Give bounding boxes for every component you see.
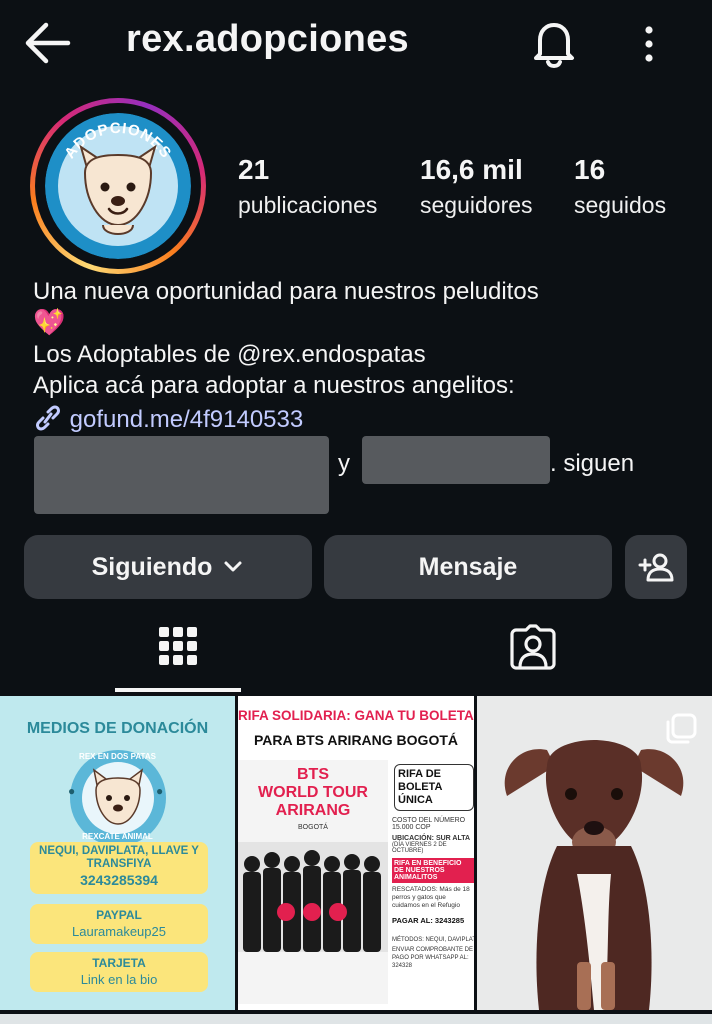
raffle-date: (DÍA VIERNES 2 DE OCTUBRE)	[392, 842, 447, 854]
bio-line-3: Aplica acá para adoptar a nuestros angel…	[33, 372, 515, 399]
raffle-info-panel: RIFA DE BOLETA ÚNICA COSTO DEL NÚMERO 15…	[392, 760, 474, 1004]
tour-line-3: ARIRANG	[275, 802, 351, 819]
paw-icon: ●	[156, 784, 164, 798]
bio-link[interactable]: gofund.me/4f9140533	[33, 405, 303, 435]
card-payment-title: TARJETA	[92, 956, 146, 970]
redacted-name-block	[34, 436, 329, 514]
grid-icon	[159, 627, 197, 665]
bell-icon[interactable]	[530, 18, 578, 68]
paypal-card-title: PAYPAL	[96, 908, 142, 922]
stat-following-value: 16	[574, 154, 606, 185]
stat-posts[interactable]: 21 publicaciones	[238, 152, 377, 222]
tagged-user-icon	[510, 624, 556, 670]
active-tab-indicator	[115, 688, 241, 692]
stat-followers[interactable]: 16,6 mil seguidores	[420, 152, 533, 222]
donation-title: MEDIOS DE DONACIÓN	[26, 720, 209, 737]
bio-link-text[interactable]: gofund.me/4f9140533	[70, 406, 304, 433]
stat-posts-value: 21	[238, 154, 270, 185]
bio-line-1: Una nueva oportunidad para nuestros pelu…	[33, 278, 539, 305]
top-bar: rex.adopciones	[0, 0, 712, 86]
profile-username: rex.adopciones	[126, 18, 409, 60]
paypal-card-value: Lauramakeup25	[72, 924, 166, 939]
avatar-dog-logo: ADOPCIONES	[45, 113, 191, 259]
tour-poster: BTS WORLD TOUR ARIRANG BOGOTÁ	[238, 760, 388, 1004]
nequi-card-number: 3243285394	[80, 872, 158, 888]
nequi-card-title: NEQUI, DAVIPLATA, LLAVE Y TRANSFIYA	[39, 845, 199, 870]
raffle-banner-1: RIFA SOLIDARIA: GANA TU BOLETA	[238, 708, 474, 723]
tour-city: BOGOTÁ	[298, 824, 328, 831]
post-thumbnail-puppy[interactable]	[477, 696, 712, 1010]
raffle-pay: PAGAR AL: 3243285	[392, 916, 465, 925]
tour-line-1: BTS	[297, 766, 329, 783]
stat-followers-value: 16,6 mil	[420, 154, 523, 185]
raffle-title: RIFA DE BOLETA ÚNICA	[394, 764, 474, 811]
post-thumbnail-raffle[interactable]: RIFA SOLIDARIA: GANA TU BOLETA PARA BTS …	[238, 696, 474, 1010]
redacted-name-block	[362, 436, 550, 484]
back-arrow-icon[interactable]	[22, 20, 72, 66]
more-options-icon[interactable]	[632, 20, 666, 68]
logo-ring-top-text: REX EN DOS PATAS	[79, 752, 156, 761]
following-button-label: Siguiendo	[91, 552, 213, 581]
following-button[interactable]: Siguiendo	[24, 535, 312, 599]
card-payment-value: Link en la bio	[80, 972, 158, 987]
message-button[interactable]: Mensaje	[324, 535, 612, 599]
raffle-cost-value: 15.000 COP	[392, 824, 431, 831]
link-icon	[36, 405, 60, 431]
chevron-down-icon	[224, 561, 242, 572]
add-user-icon	[638, 553, 674, 582]
tour-line-2: WORLD TOUR	[258, 784, 368, 801]
stat-posts-label: publicaciones	[238, 192, 378, 218]
carousel-icon	[666, 713, 697, 744]
followed-by-suffix: . siguen	[550, 450, 635, 477]
tab-grid[interactable]	[115, 606, 241, 692]
raffle-location: UBICACIÓN: SUR ALTA	[392, 835, 471, 842]
raffle-rescued: RESCATADOS: Más de 18 perros y gatos que…	[392, 886, 470, 909]
stat-followers-label: seguidores	[420, 192, 533, 218]
add-user-button[interactable]	[625, 535, 687, 599]
stat-following-label: seguidos	[574, 192, 667, 218]
post-thumbnail-donations[interactable]: MEDIOS DE DONACIÓN REX EN DOS PATAS REXC…	[0, 696, 235, 1010]
next-row-edge	[0, 1014, 712, 1024]
raffle-benefit: RIFA EN BENEFICIO DE NUESTROS ANIMALITOS	[392, 858, 474, 883]
message-button-label: Mensaje	[418, 552, 518, 581]
stat-following[interactable]: 16 seguidos	[574, 152, 666, 222]
paypal-card: PAYPAL Lauramakeup25	[30, 904, 208, 944]
bio-line-2: Los Adoptables de @rex.endospatas	[33, 341, 426, 368]
band-members-photo	[238, 842, 388, 952]
followed-by-conjunction: y	[338, 450, 350, 477]
card-payment-card: TARJETA Link en la bio	[30, 952, 208, 992]
sparkling-heart-emoji: 💖	[33, 307, 66, 337]
profile-avatar[interactable]: ADOPCIONES	[30, 98, 206, 274]
raffle-methods: MÉTODOS: NEQUI, DAVIPLATA, LL	[392, 937, 474, 943]
nequi-card: NEQUI, DAVIPLATA, LLAVE Y TRANSFIYA 3243…	[30, 842, 208, 894]
logo-ring-bottom-text: REXCATE ANIMAL	[82, 832, 153, 841]
raffle-send: ENVIAR COMPROBANTE DE PAGO POR WHATSAPP …	[392, 947, 474, 969]
raffle-banner-2: PARA BTS ARIRANG BOGOTÁ	[253, 732, 459, 748]
tab-tagged[interactable]	[470, 606, 596, 692]
raffle-cost-label: COSTO DEL NÚMERO	[392, 817, 466, 824]
posts-grid: MEDIOS DE DONACIÓN REX EN DOS PATAS REXC…	[0, 696, 712, 1024]
paw-icon: ●	[68, 784, 76, 798]
